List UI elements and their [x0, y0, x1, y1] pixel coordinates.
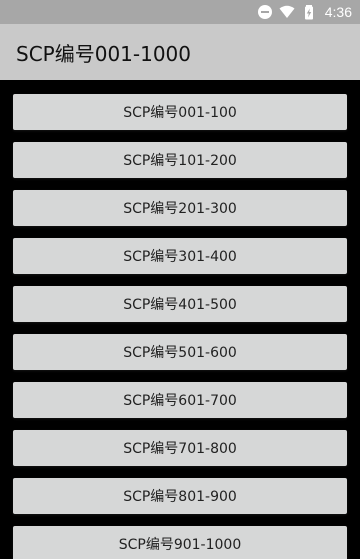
- range-button-101-200[interactable]: SCP编号101-200: [13, 142, 347, 178]
- page-title: SCP编号001-1000: [16, 41, 192, 66]
- range-list-items: SCP编号001-100 SCP编号101-200 SCP编号201-300 S…: [13, 94, 347, 559]
- app-bar: SCP编号001-1000: [0, 24, 360, 80]
- do-not-disturb-icon: [257, 4, 273, 20]
- range-button-201-300[interactable]: SCP编号201-300: [13, 190, 347, 226]
- range-button-401-500[interactable]: SCP编号401-500: [13, 286, 347, 322]
- range-button-901-1000[interactable]: SCP编号901-1000: [13, 526, 347, 559]
- status-bar: 4:36: [0, 0, 360, 24]
- range-list[interactable]: SCP编号001-100 SCP编号101-200 SCP编号201-300 S…: [0, 80, 360, 559]
- range-button-301-400[interactable]: SCP编号301-400: [13, 238, 347, 274]
- status-time: 4:36: [324, 4, 352, 20]
- wifi-icon: [279, 4, 295, 20]
- range-button-801-900[interactable]: SCP编号801-900: [13, 478, 347, 514]
- range-button-001-100[interactable]: SCP编号001-100: [13, 94, 347, 130]
- range-button-601-700[interactable]: SCP编号601-700: [13, 382, 347, 418]
- range-button-501-600[interactable]: SCP编号501-600: [13, 334, 347, 370]
- battery-charging-icon: [301, 4, 317, 20]
- range-button-701-800[interactable]: SCP编号701-800: [13, 430, 347, 466]
